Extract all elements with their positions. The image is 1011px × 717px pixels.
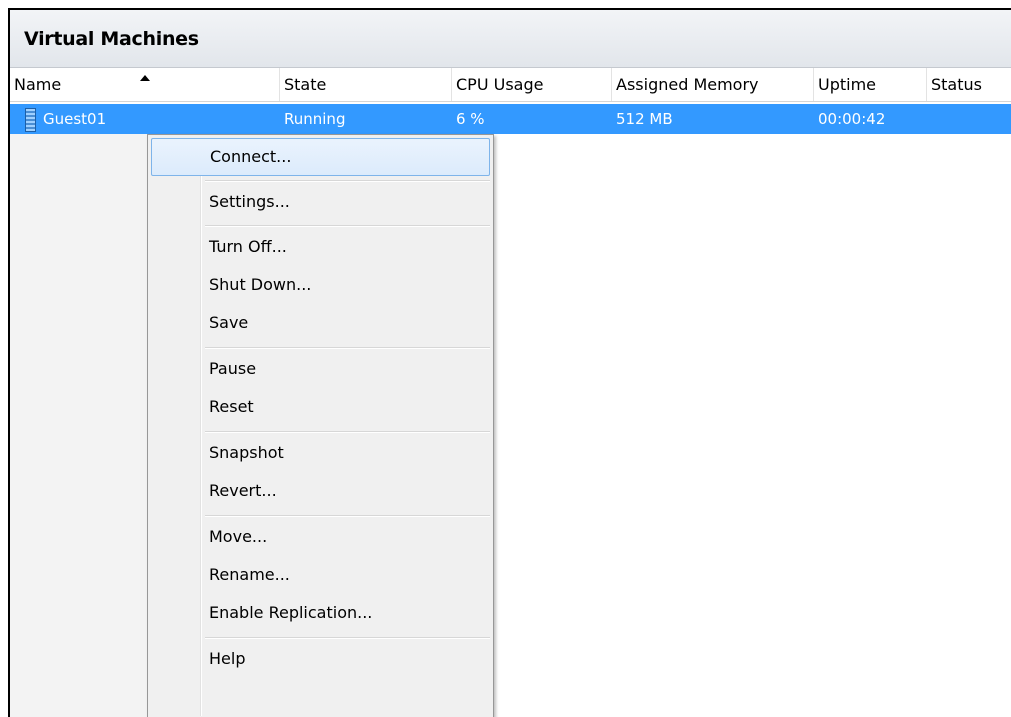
column-label-status: Status (931, 75, 982, 94)
column-label-cpu-usage: CPU Usage (456, 75, 544, 94)
menu-separator (205, 431, 490, 433)
cell-name: Guest01 (43, 110, 107, 128)
virtual-machine-icon (25, 108, 36, 132)
menu-item-rename[interactable]: Rename... (151, 556, 490, 594)
virtual-machines-panel: Virtual Machines Name State CPU Usage As… (8, 8, 1011, 717)
menu-separator (205, 180, 490, 182)
column-header-cpu-usage[interactable]: CPU Usage (452, 68, 612, 101)
menu-item-save[interactable]: Save (151, 304, 490, 342)
column-header-assigned-memory[interactable]: Assigned Memory (612, 68, 814, 101)
menu-separator (205, 515, 490, 517)
menu-separator (205, 347, 490, 349)
menu-item-connect[interactable]: Connect... (151, 138, 490, 176)
cell-cpu-usage: 6 % (456, 110, 485, 128)
column-label-assigned-memory: Assigned Memory (616, 75, 759, 94)
menu-item-snapshot[interactable]: Snapshot (151, 434, 490, 472)
column-label-uptime: Uptime (818, 75, 877, 94)
column-header-status[interactable]: Status (927, 68, 1011, 101)
column-header-name[interactable]: Name (10, 68, 280, 101)
column-header-row: Name State CPU Usage Assigned Memory Upt… (10, 68, 1011, 102)
menu-item-reset[interactable]: Reset (151, 388, 490, 426)
menu-item-pause[interactable]: Pause (151, 350, 490, 388)
context-menu: Connect... Settings... Turn Off... Shut … (147, 134, 494, 717)
column-header-state[interactable]: State (280, 68, 452, 101)
cell-state: Running (284, 110, 346, 128)
cell-assigned-memory: 512 MB (616, 110, 673, 128)
table-row[interactable]: Guest01 Running 6 % 512 MB 00:00:42 (10, 104, 1011, 134)
cell-uptime: 00:00:42 (818, 110, 886, 128)
panel-header: Virtual Machines (10, 10, 1011, 68)
menu-item-shut-down[interactable]: Shut Down... (151, 266, 490, 304)
sort-ascending-icon (140, 75, 150, 81)
menu-separator (205, 637, 490, 639)
panel-title: Virtual Machines (24, 28, 199, 50)
column-header-uptime[interactable]: Uptime (814, 68, 927, 101)
menu-separator (205, 225, 490, 227)
menu-item-move[interactable]: Move... (151, 518, 490, 556)
menu-item-enable-replication[interactable]: Enable Replication... (151, 594, 490, 632)
menu-item-help[interactable]: Help (151, 640, 490, 678)
menu-item-revert[interactable]: Revert... (151, 472, 490, 510)
menu-item-settings[interactable]: Settings... (151, 183, 490, 221)
column-label-state: State (284, 75, 327, 94)
menu-item-turn-off[interactable]: Turn Off... (151, 228, 490, 266)
column-label-name: Name (14, 75, 62, 94)
